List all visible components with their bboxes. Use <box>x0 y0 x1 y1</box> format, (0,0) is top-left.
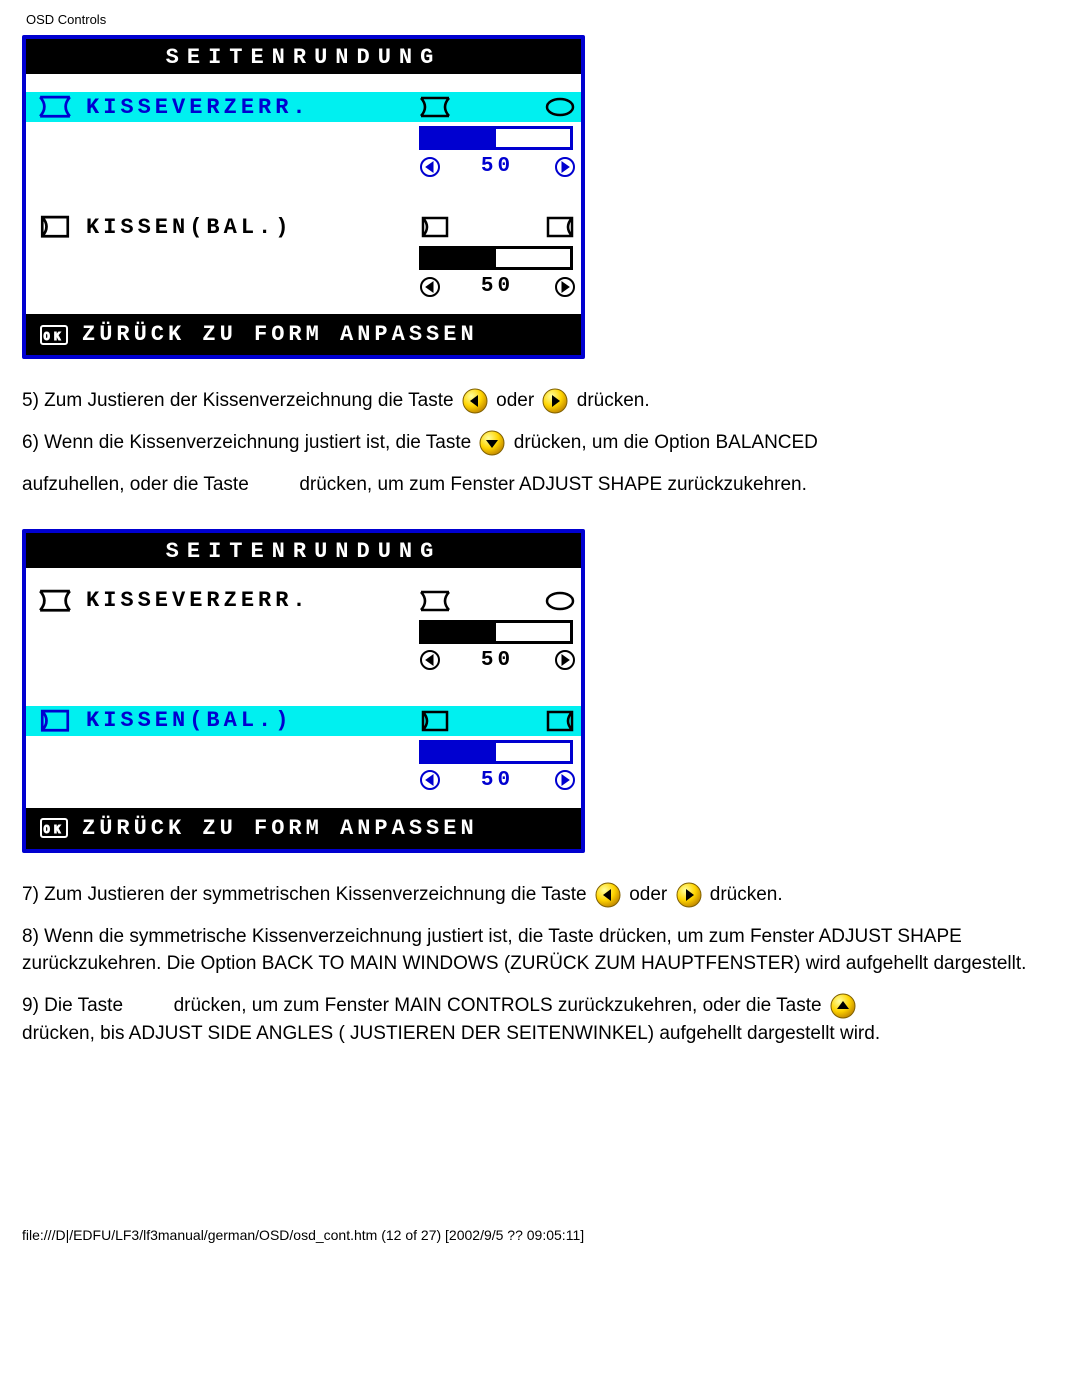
osd-footer[interactable]: ZÜRÜCK ZU FORM ANPASSEN <box>26 808 581 849</box>
slider-bar[interactable] <box>419 620 573 644</box>
osd-row-kissen-bal: KISSEN(BAL.) 50 <box>26 194 581 314</box>
left-button-icon <box>594 881 622 909</box>
row-label: KISSEN(BAL.) <box>38 212 292 242</box>
balance-icon <box>38 216 72 238</box>
page-header: OSD Controls <box>0 0 1080 27</box>
instruction-5: 5) Zum Justieren der Kissenverzeichnung … <box>22 387 1058 415</box>
slider-bar[interactable] <box>419 740 573 764</box>
slider-bar[interactable] <box>419 246 573 270</box>
osd-footer[interactable]: ZÜRÜCK ZU FORM ANPASSEN <box>26 314 581 355</box>
pincushion-in-icon <box>419 96 451 118</box>
footer-path: file:///D|/EDFU/LF3/lf3manual/german/OSD… <box>0 1227 1080 1243</box>
osd-row-kisseverzerr: KISSEVERZERR. 50 <box>26 74 581 194</box>
arrow-right-icon[interactable] <box>554 649 576 671</box>
barrel-icon <box>544 96 576 118</box>
row-label-text: KISSEVERZERR. <box>86 95 310 120</box>
pincushion-icon <box>38 96 72 118</box>
row-label-text: KISSEVERZERR. <box>86 588 310 613</box>
instruction-6b: aufzuhellen, oder die Taste drücken, um … <box>22 471 1058 499</box>
slider-value: 50 <box>481 155 514 178</box>
row-label-text: KISSEN(BAL.) <box>86 215 292 240</box>
arrow-right-icon[interactable] <box>554 769 576 791</box>
down-button-icon <box>478 429 506 457</box>
balance-icon <box>38 710 72 732</box>
osd-row-kisseverzerr: KISSEVERZERR. 50 <box>26 568 581 688</box>
up-button-icon <box>829 992 857 1020</box>
row-label: KISSEVERZERR. <box>38 586 310 616</box>
slider-value: 50 <box>481 769 514 792</box>
arrow-right-icon[interactable] <box>554 276 576 298</box>
slider-value: 50 <box>481 649 514 672</box>
slider-bar[interactable] <box>419 126 573 150</box>
left-button-icon <box>461 387 489 415</box>
arrow-left-icon[interactable] <box>419 649 441 671</box>
arrow-left-icon[interactable] <box>419 769 441 791</box>
right-button-icon <box>541 387 569 415</box>
osd-footer-text: ZÜRÜCK ZU FORM ANPASSEN <box>82 816 478 841</box>
pincushion-icon <box>38 590 72 612</box>
arrow-left-icon[interactable] <box>419 276 441 298</box>
barrel-icon <box>544 590 576 612</box>
slider-value: 50 <box>481 275 514 298</box>
trap-left-icon <box>419 710 451 732</box>
osd-row-kissen-bal: KISSEN(BAL.) 50 <box>26 688 581 808</box>
instruction-9: 9) Die Taste drücken, um zum Fenster MAI… <box>22 992 1058 1048</box>
pincushion-in-icon <box>419 590 451 612</box>
osd-panel-2: SEITENRUNDUNG KISSEVERZERR. <box>22 529 585 853</box>
osd-panel-1: SEITENRUNDUNG KISSEVERZERR. <box>22 35 585 359</box>
trap-right-icon <box>544 710 576 732</box>
instruction-6a: 6) Wenn die Kissenverzeichnung justiert … <box>22 429 1058 457</box>
row-label-text: KISSEN(BAL.) <box>86 708 292 733</box>
instruction-8: 8) Wenn die symmetrische Kissenverzeichn… <box>22 923 1058 978</box>
osd-title: SEITENRUNDUNG <box>26 533 581 568</box>
trap-left-icon <box>419 216 451 238</box>
ok-icon <box>40 818 68 838</box>
right-button-icon <box>675 881 703 909</box>
trap-right-icon <box>544 216 576 238</box>
arrow-left-icon[interactable] <box>419 156 441 178</box>
instruction-7: 7) Zum Justieren der symmetrischen Kisse… <box>22 881 1058 909</box>
row-label: KISSEN(BAL.) <box>38 706 292 736</box>
osd-title: SEITENRUNDUNG <box>26 39 581 74</box>
row-label: KISSEVERZERR. <box>38 92 310 122</box>
arrow-right-icon[interactable] <box>554 156 576 178</box>
osd-footer-text: ZÜRÜCK ZU FORM ANPASSEN <box>82 322 478 347</box>
ok-icon <box>40 325 68 345</box>
